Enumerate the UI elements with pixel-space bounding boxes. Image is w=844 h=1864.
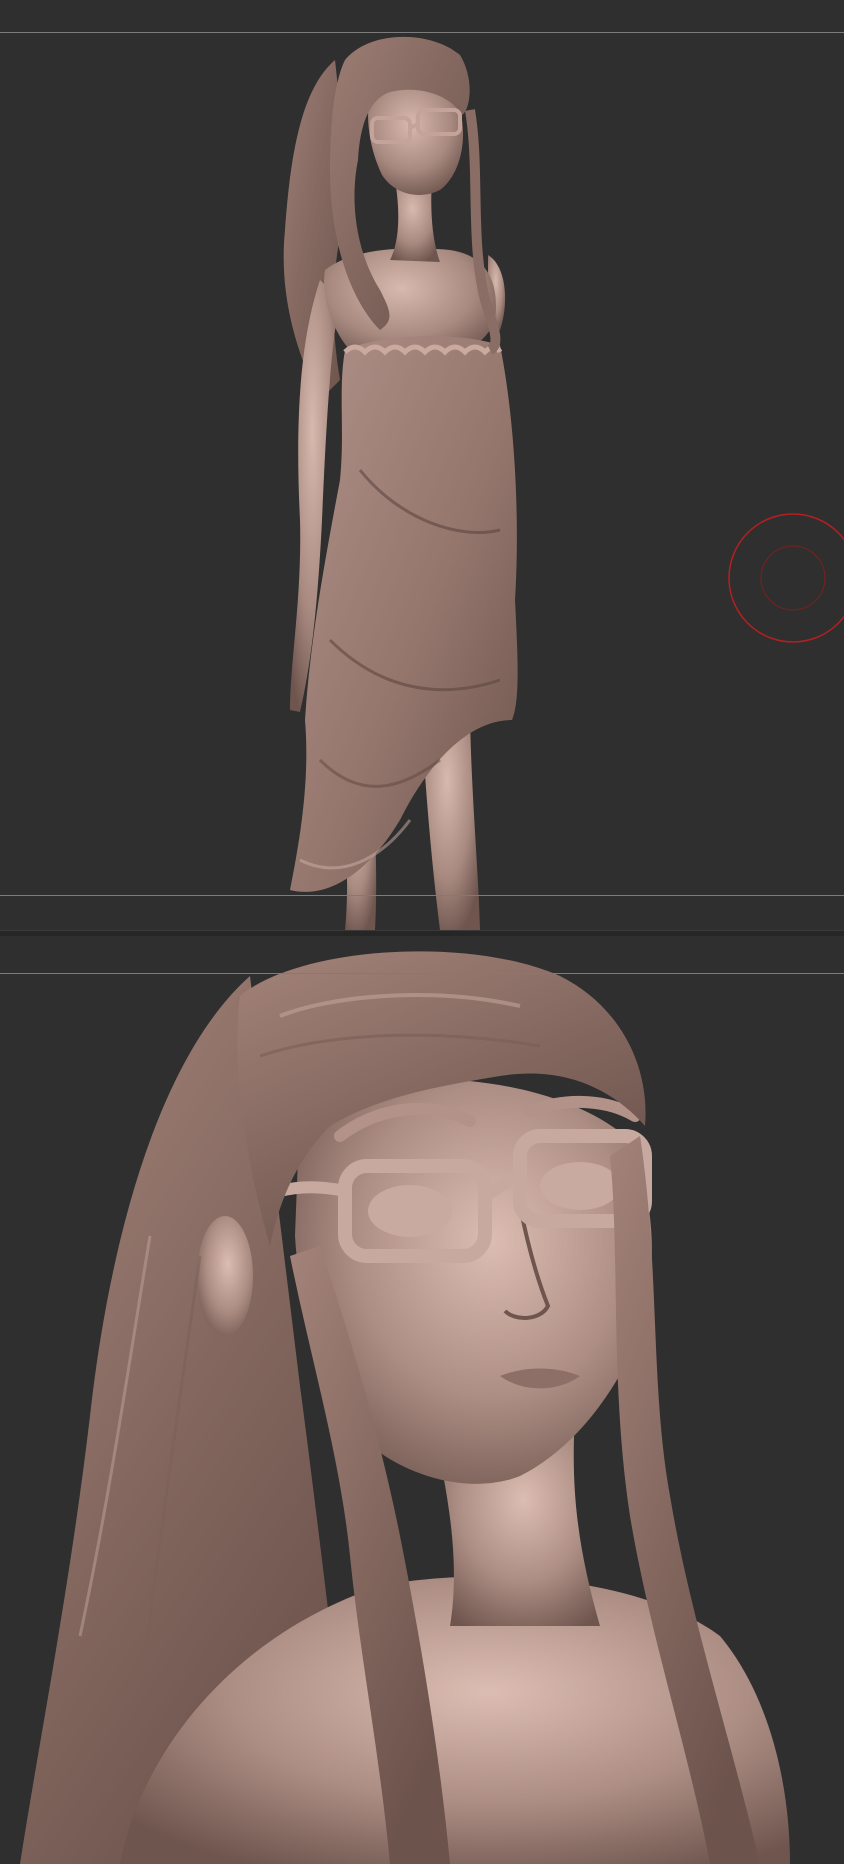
viewport-full-body[interactable] bbox=[0, 0, 844, 930]
sculpt-canvas-page bbox=[0, 0, 844, 1864]
viewport-head-closeup[interactable] bbox=[0, 936, 844, 1864]
eye-left bbox=[368, 1185, 452, 1237]
ear bbox=[197, 1216, 253, 1336]
eye-right bbox=[540, 1162, 620, 1210]
brush-cursor-icon[interactable] bbox=[0, 0, 844, 930]
head-closeup-sculpt bbox=[20, 951, 790, 1864]
horizon-guide-line bbox=[0, 973, 844, 974]
